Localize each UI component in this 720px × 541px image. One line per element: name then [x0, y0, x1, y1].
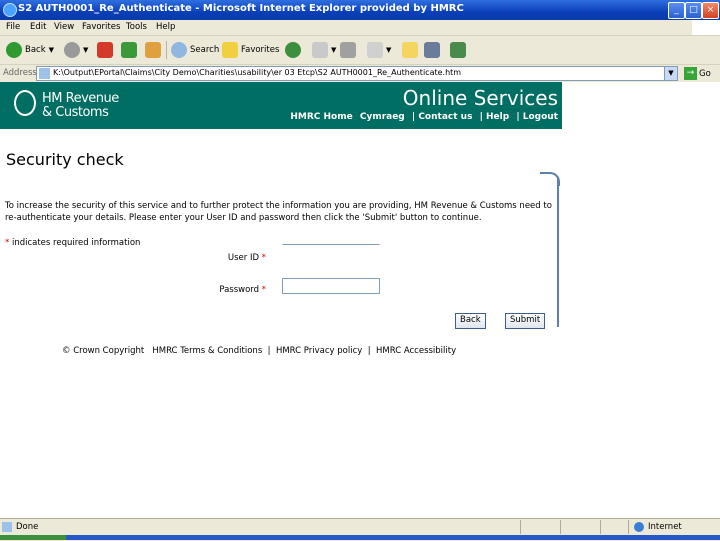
menu-view[interactable]: View	[54, 22, 74, 32]
menu-bar: File Edit View Favorites Tools Help	[0, 20, 720, 36]
internet-zone-icon	[634, 522, 644, 532]
copyright[interactable]: © Crown Copyright	[62, 346, 144, 356]
window-title: S2 AUTH0001_Re_Authenticate - Microsoft …	[18, 3, 464, 14]
address-dropdown[interactable]: ▼	[664, 67, 677, 80]
menu-favorites[interactable]: Favorites	[82, 22, 120, 32]
nav-cymraeg[interactable]: Cymraeg	[360, 112, 405, 122]
intro-text: To increase the security of this service…	[5, 201, 552, 223]
password-label: Password *	[219, 285, 266, 295]
edit-button[interactable]: ▼	[367, 40, 391, 60]
home-icon	[145, 42, 161, 58]
menu-edit[interactable]: Edit	[30, 22, 46, 32]
menu-tools[interactable]: Tools	[126, 22, 147, 32]
status-text: Done	[16, 522, 39, 532]
back-button[interactable]: Back ▼	[6, 40, 54, 60]
menu-help[interactable]: Help	[156, 22, 175, 32]
print-icon	[340, 42, 356, 58]
mail-button[interactable]: ▼	[312, 40, 336, 60]
taskbar	[0, 535, 720, 540]
go-button[interactable]: → Go	[684, 67, 711, 80]
note-icon	[402, 42, 418, 58]
ie-icon	[3, 3, 17, 17]
search-icon	[171, 42, 187, 58]
address-label: Address	[3, 68, 37, 78]
edit-icon	[367, 42, 383, 58]
banner-nav: HMRC Home Cymraeg | Contact us | Help | …	[286, 112, 558, 122]
service-title: Online Services	[402, 86, 558, 110]
panel-border	[557, 177, 559, 327]
nav-logout[interactable]: | Logout	[516, 112, 558, 122]
footer-link-privacy[interactable]: HMRC Privacy policy	[276, 346, 362, 356]
address-url: K:\Output\EPortal\Claims\City Demo\Chari…	[53, 68, 462, 77]
windows-logo	[692, 20, 720, 35]
required-note: * indicates required information	[5, 238, 141, 248]
stop-button[interactable]	[97, 40, 116, 60]
go-arrow-icon: →	[684, 67, 697, 80]
discuss-button[interactable]	[402, 40, 421, 60]
required-star: *	[5, 238, 10, 248]
footer: © Crown Copyright HMRC Terms & Condition…	[62, 346, 457, 356]
back-page-button[interactable]: Back	[455, 313, 486, 329]
favorites-star-icon	[222, 42, 238, 58]
forward-arrow-icon	[64, 42, 80, 58]
maximize-button[interactable]: □	[685, 2, 702, 19]
refresh-button[interactable]	[121, 40, 140, 60]
search-button[interactable]: Search	[171, 40, 219, 60]
field-top-line	[282, 229, 380, 245]
footer-link-terms[interactable]: HMRC Terms & Conditions	[152, 346, 262, 356]
footer-link-accessibility[interactable]: HMRC Accessibility	[376, 346, 456, 356]
submit-button[interactable]: Submit	[505, 313, 546, 329]
userid-input[interactable]	[282, 248, 380, 264]
print-button[interactable]	[340, 40, 359, 60]
close-button[interactable]: ×	[702, 2, 719, 19]
refresh-icon	[121, 42, 137, 58]
nav-hmrc-home[interactable]: HMRC Home	[290, 112, 352, 122]
research-icon	[424, 42, 440, 58]
back-arrow-icon	[6, 42, 22, 58]
mail-icon	[312, 42, 328, 58]
start-button[interactable]	[0, 535, 66, 540]
page-title: Security check	[6, 150, 124, 169]
userid-label: User ID *	[227, 253, 266, 263]
favorites-button[interactable]: Favorites	[222, 40, 279, 60]
page-done-icon	[2, 522, 12, 532]
media-button[interactable]	[285, 40, 304, 60]
media-icon	[285, 42, 301, 58]
address-input[interactable]: K:\Output\EPortal\Claims\City Demo\Chari…	[36, 66, 678, 81]
toolbar: Back ▼ ▼ Search Favorites ▼ ▼	[0, 36, 720, 65]
title-bar: S2 AUTH0001_Re_Authenticate - Microsoft …	[0, 0, 720, 20]
page-content: HM Revenue & Customs Online Services HMR…	[0, 82, 720, 518]
nav-contact-us[interactable]: | Contact us	[412, 112, 473, 122]
page-icon	[39, 68, 50, 79]
hmrc-banner: HM Revenue & Customs Online Services HMR…	[0, 82, 562, 129]
nav-help[interactable]: | Help	[480, 112, 510, 122]
crown-logo-icon	[14, 90, 36, 116]
home-button[interactable]	[145, 40, 164, 60]
forward-button[interactable]: ▼	[64, 40, 88, 60]
research-button[interactable]	[424, 40, 443, 60]
messenger-button[interactable]	[450, 40, 469, 60]
address-bar: Address K:\Output\EPortal\Claims\City De…	[0, 65, 720, 83]
zone-text: Internet	[648, 522, 682, 532]
logo-line2: & Customs	[42, 105, 109, 120]
logo-line1: HM Revenue	[42, 91, 119, 106]
minimize-button[interactable]: _	[668, 2, 685, 19]
menu-file[interactable]: File	[6, 22, 20, 32]
messenger-icon	[450, 42, 466, 58]
password-input[interactable]	[282, 278, 380, 294]
stop-icon	[97, 42, 113, 58]
